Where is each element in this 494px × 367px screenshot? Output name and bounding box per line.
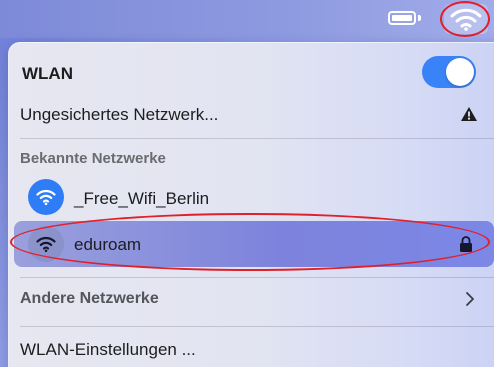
divider [20,138,494,139]
chevron-right-icon [466,292,474,306]
unsecured-network-item[interactable]: Ungesichertes Netzwerk... [20,105,218,125]
battery-tip [418,15,421,21]
battery-icon[interactable] [388,11,416,25]
other-networks-item[interactable]: Andere Netzwerke [20,290,159,308]
wlan-title: WLAN [22,64,73,83]
divider [20,326,494,327]
wifi-icon [28,179,64,215]
annotation-circle-eduroam [10,213,490,271]
known-networks-header: Bekannte Netzwerke [20,150,166,167]
wlan-toggle[interactable] [422,56,476,88]
network-item-free-wifi-berlin[interactable]: _Free_Wifi_Berlin [74,189,209,209]
warning-icon [461,107,477,121]
divider [20,277,494,278]
wlan-settings-item[interactable]: WLAN-Einstellungen ... [20,340,196,360]
annotation-circle-wifi [440,1,490,37]
toggle-knob [446,58,474,86]
